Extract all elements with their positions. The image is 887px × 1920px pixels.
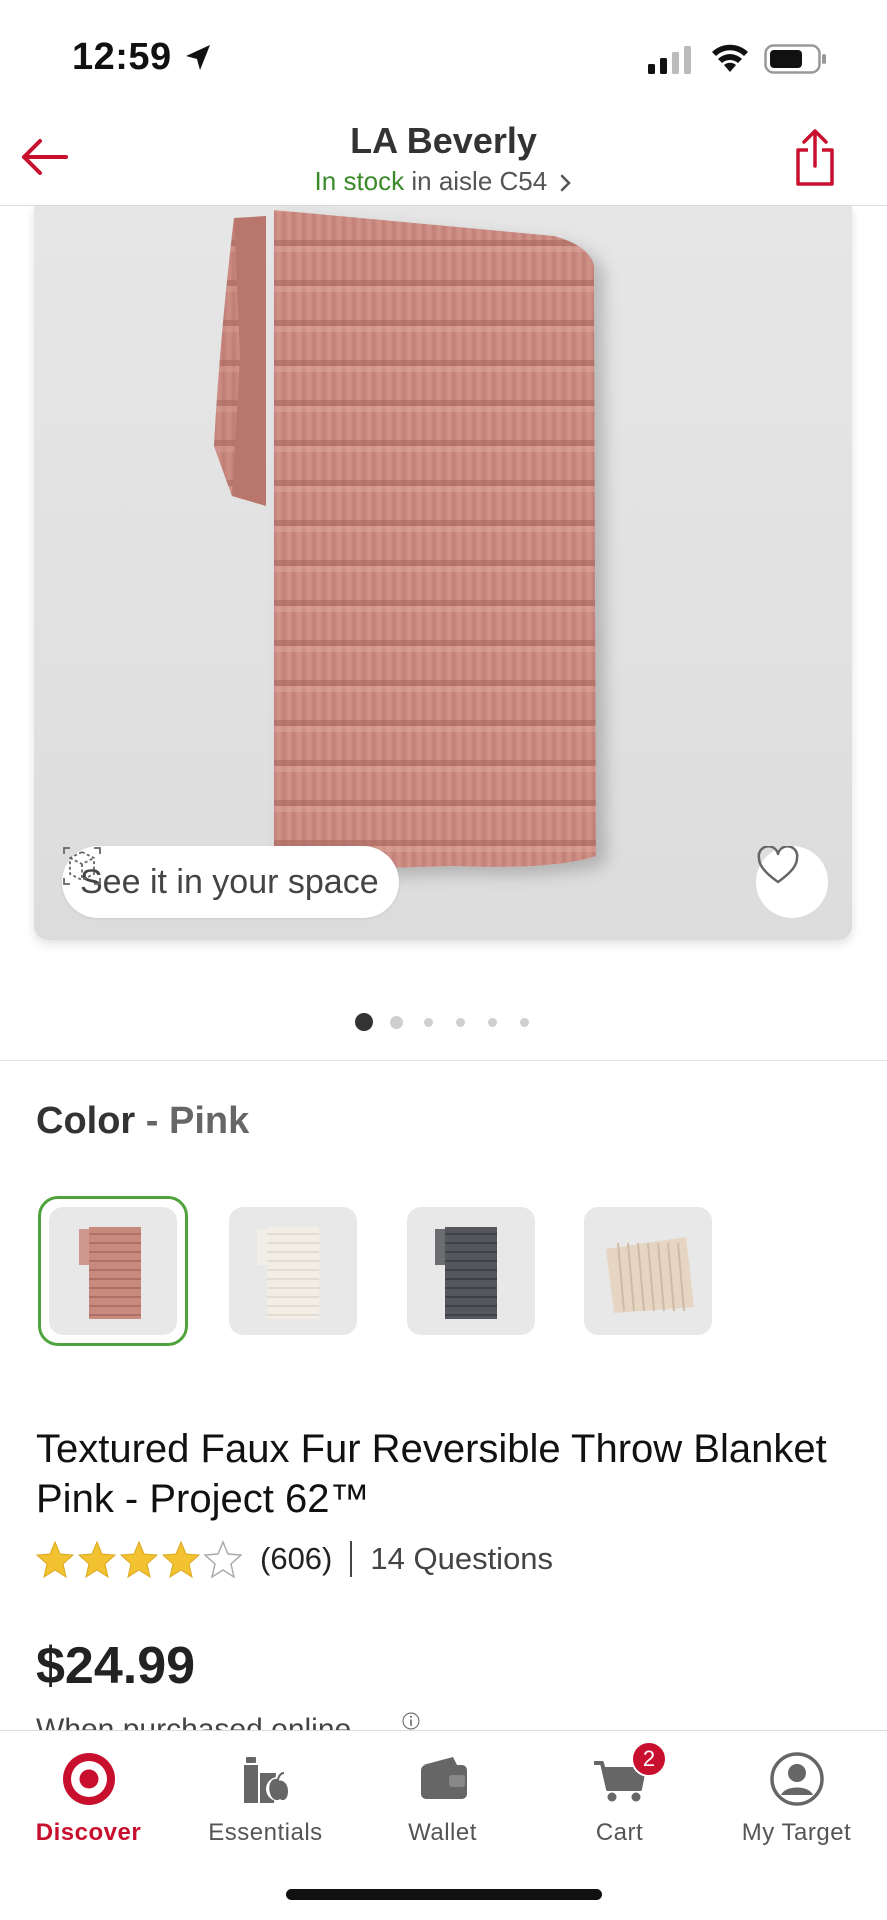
bottom-tab-bar: Discover Essentials Wallet 2 Cart My Tar… (0, 1730, 887, 1920)
cart-count-badge: 2 (631, 1741, 667, 1777)
star-filled-icon (78, 1540, 116, 1578)
info-icon[interactable] (394, 1712, 428, 1730)
essentials-icon (243, 1757, 290, 1803)
chevron-right-icon (561, 174, 572, 192)
swatch-thumbnail (49, 1207, 177, 1335)
store-header: LA Beverly In stock in aisle C54 (0, 110, 887, 206)
separator (350, 1541, 353, 1577)
pager-dot[interactable] (519, 1017, 529, 1027)
color-selector-heading: Color - Pink (36, 1100, 249, 1143)
product-title: Textured Faux Fur Reversible Throw Blank… (36, 1424, 856, 1524)
account-icon (769, 1752, 824, 1806)
blanket-thumbnail-image (435, 1227, 497, 1319)
store-name[interactable]: LA Beverly (0, 120, 887, 162)
pager-dot[interactable] (487, 1017, 497, 1027)
selected-color-name: Pink (169, 1100, 250, 1142)
status-bar: 12:59 (0, 0, 887, 110)
divider (0, 1060, 887, 1061)
tab-label: Essentials (208, 1819, 323, 1846)
heart-icon (757, 846, 799, 884)
swatch-thumbnail (584, 1207, 712, 1335)
star-filled-icon (162, 1540, 200, 1578)
product-image-carousel[interactable]: See it in your space (34, 206, 852, 940)
tab-label: My Target (741, 1819, 852, 1846)
stock-status-line[interactable]: In stock in aisle C54 (0, 166, 887, 197)
star-filled-icon (36, 1540, 74, 1578)
price-note: When purchased online (36, 1713, 352, 1730)
color-separator: - (135, 1100, 169, 1142)
star-filled-icon (120, 1540, 158, 1578)
color-swatch[interactable] (573, 1196, 723, 1346)
color-swatch[interactable] (396, 1196, 546, 1346)
review-count[interactable]: (606) (260, 1541, 332, 1577)
target-bullseye-icon (62, 1753, 115, 1805)
color-swatch[interactable] (38, 1196, 188, 1346)
favorite-button[interactable] (756, 846, 828, 918)
stock-status: In stock (314, 166, 405, 196)
blanket-thumbnail-image (257, 1227, 319, 1319)
product-image (214, 210, 596, 870)
color-label: Color (36, 1100, 136, 1142)
star-rating[interactable] (36, 1540, 242, 1578)
swatch-thumbnail (229, 1207, 357, 1335)
wallet-icon (420, 1757, 467, 1799)
pager-dot[interactable] (423, 1017, 433, 1027)
cellular-signal-icon (648, 46, 691, 74)
ar-cube-icon (63, 847, 101, 885)
pager-dot[interactable] (389, 1015, 403, 1029)
price: $24.99 (36, 1637, 196, 1695)
product-title-line-2: Pink - Project 62™ (36, 1477, 370, 1521)
blanket-thumbnail-image (79, 1227, 141, 1319)
tab-cart[interactable]: 2 Cart (531, 1731, 708, 1861)
aisle-location: in aisle C54 (411, 166, 548, 196)
pager-dot[interactable] (355, 1013, 373, 1031)
see-in-space-label: See it in your space (80, 862, 379, 901)
tab-discover[interactable]: Discover (0, 1731, 177, 1861)
tab-label: Wallet (408, 1819, 477, 1846)
see-in-space-button[interactable]: See it in your space (62, 846, 399, 918)
tab-essentials[interactable]: Essentials (177, 1731, 354, 1861)
tab-my-target[interactable]: My Target (708, 1731, 885, 1861)
carousel-pager[interactable] (0, 1010, 887, 1031)
tab-label: Discover (35, 1819, 142, 1846)
status-time: 12:59 (72, 36, 172, 78)
home-indicator[interactable] (286, 1889, 602, 1900)
questions-link[interactable]: 14 Questions (370, 1541, 553, 1577)
tab-wallet[interactable]: Wallet (354, 1731, 531, 1861)
product-title-line-1: Textured Faux Fur Reversible Throw Blank… (36, 1427, 827, 1471)
tab-label: Cart (595, 1819, 644, 1846)
swatch-thumbnail (407, 1207, 535, 1335)
wifi-icon (712, 44, 748, 72)
color-swatch[interactable] (218, 1196, 368, 1346)
battery-icon (764, 44, 826, 74)
location-arrow-icon (186, 45, 210, 70)
pager-dot[interactable] (455, 1017, 465, 1027)
share-icon[interactable] (790, 128, 840, 188)
blanket-thumbnail-image (606, 1237, 694, 1313)
star-empty-icon (204, 1540, 242, 1578)
rating-row[interactable]: (606) 14 Questions (36, 1536, 553, 1582)
